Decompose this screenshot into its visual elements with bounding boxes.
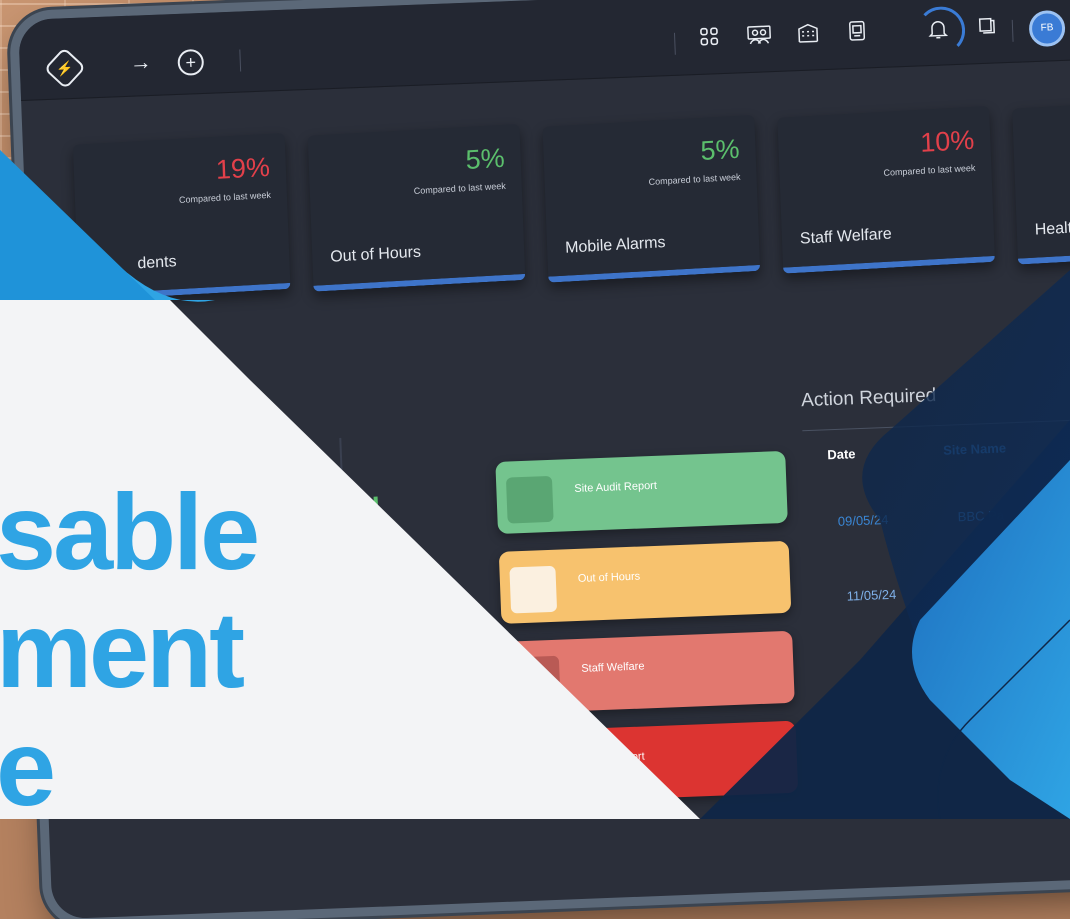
stat-card-staff-welfare[interactable]: 10% Compared to last week Staff Welfare: [777, 105, 996, 274]
stat-name: Out of Hours: [330, 243, 422, 266]
stat-percent: 5%: [699, 133, 741, 166]
stat-compare-text: Compared to last week: [178, 189, 272, 205]
tile-swatch: [505, 475, 554, 524]
stat-name: dents: [137, 253, 177, 273]
grid-icon[interactable]: [699, 26, 720, 53]
headline-line-2: ment: [0, 589, 245, 710]
tile-swatch: [516, 745, 565, 794]
arrow-right-icon[interactable]: →: [129, 49, 152, 76]
headline-line-3: e: [0, 707, 56, 828]
stat-compare-text: Compared to last week: [648, 171, 741, 187]
action-required-title: Action Required: [800, 385, 937, 412]
stat-percent: 10%: [919, 124, 975, 158]
stat-card-health[interactable]: Healt: [1012, 96, 1070, 265]
bell-icon[interactable]: [926, 17, 951, 46]
stat-percent: 19%: [215, 151, 271, 185]
building-icon[interactable]: [797, 22, 820, 49]
tile-swatch: [512, 655, 561, 704]
stat-card-mobile-alarms[interactable]: 5% Compared to last week Mobile Alarms: [542, 114, 761, 283]
chart-axis-line: [339, 437, 354, 768]
tile-label: Site Audit Report: [574, 479, 658, 495]
tile-label: ident Report: [584, 750, 645, 765]
column-header-site-name[interactable]: Site Name: [943, 440, 1006, 457]
column-header-date[interactable]: Date: [827, 446, 856, 462]
stat-compare-text: Compared to last week: [883, 162, 976, 178]
stat-card-incidents[interactable]: 19% Compared to last week dents: [72, 133, 291, 301]
report-tile-incident-report[interactable]: ident Report: [505, 720, 799, 804]
topbar-divider: [1011, 19, 1014, 42]
top-navigation-bar: ⚡ → + FB: [18, 0, 1070, 101]
row-site: BBC Pa: [957, 507, 1005, 525]
add-icon[interactable]: +: [177, 48, 205, 76]
report-tile-site-audit[interactable]: Site Audit Report: [495, 450, 788, 534]
topbar-divider: [239, 49, 242, 72]
stat-percent: 5%: [465, 142, 506, 176]
report-tile-staff-welfare[interactable]: Staff Welfare: [502, 630, 795, 714]
tablet-icon[interactable]: [847, 20, 868, 47]
chart-bar: [373, 496, 379, 531]
app-logo-icon[interactable]: ⚡: [43, 47, 87, 90]
action-divider: [802, 417, 1070, 432]
user-avatar[interactable]: FB: [1028, 9, 1066, 48]
stat-card-out-of-hours[interactable]: 5% Compared to last week Out of Hours: [307, 123, 526, 292]
team-icon[interactable]: [747, 24, 772, 51]
tile-label: Out of Hours: [577, 570, 641, 585]
book-icon[interactable]: [977, 15, 998, 42]
report-tile-out-of-hours[interactable]: Out of Hours: [498, 540, 792, 624]
stat-name: Healt: [1034, 219, 1070, 239]
stat-compare-text: Compared to last week: [413, 180, 506, 196]
tablet-frame: ⚡ → + FB 19% Compared to last week dents: [18, 0, 1070, 919]
row-date: 11/05/24: [846, 586, 897, 604]
headline-line-1: sable: [0, 471, 260, 592]
stat-name: Staff Welfare: [799, 225, 893, 248]
stat-name: Mobile Alarms: [564, 234, 666, 257]
topbar-divider: [673, 32, 676, 55]
tile-swatch: [509, 565, 558, 614]
tile-label: Staff Welfare: [581, 660, 645, 675]
row-date: 09/05/24: [837, 511, 889, 529]
